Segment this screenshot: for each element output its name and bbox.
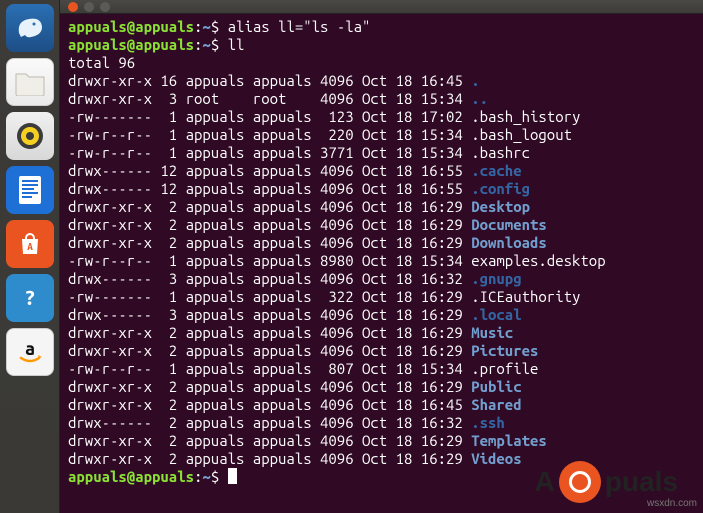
dock-item-software[interactable]: A <box>6 220 54 268</box>
brand-circle-icon <box>559 461 601 503</box>
cursor <box>228 468 237 484</box>
dock-item-writer[interactable] <box>6 166 54 214</box>
dock-item-help[interactable]: ? <box>6 274 54 322</box>
brand-logo: A puals <box>535 461 678 503</box>
files-icon <box>14 68 46 96</box>
minimize-icon[interactable] <box>84 2 94 12</box>
terminal-window: appuals@appuals:~$ alias ll="ls -la" app… <box>60 0 703 513</box>
question-icon: ? <box>15 283 45 313</box>
dock-item-amazon[interactable]: a <box>6 328 54 376</box>
shopping-bag-icon: A <box>16 230 44 258</box>
titlebar[interactable] <box>60 0 703 14</box>
amazon-icon: a <box>15 337 45 367</box>
svg-text:A: A <box>27 241 33 252</box>
dock-item-thunderbird[interactable] <box>6 4 54 52</box>
dock: A ? a <box>0 0 60 513</box>
brand-text-left: A <box>535 466 555 498</box>
document-icon <box>17 174 43 206</box>
dock-item-audio[interactable] <box>6 112 54 160</box>
speaker-icon <box>15 121 45 151</box>
terminal-body[interactable]: appuals@appuals:~$ alias ll="ls -la" app… <box>60 14 703 494</box>
brand-text-right: puals <box>605 466 678 498</box>
maximize-icon[interactable] <box>100 2 110 12</box>
thunderbird-icon <box>15 13 45 43</box>
svg-text:?: ? <box>24 286 35 309</box>
dock-item-files[interactable] <box>6 58 54 106</box>
close-icon[interactable] <box>68 2 78 12</box>
watermark: wsxdn.com <box>647 498 697 509</box>
svg-text:a: a <box>24 339 34 359</box>
